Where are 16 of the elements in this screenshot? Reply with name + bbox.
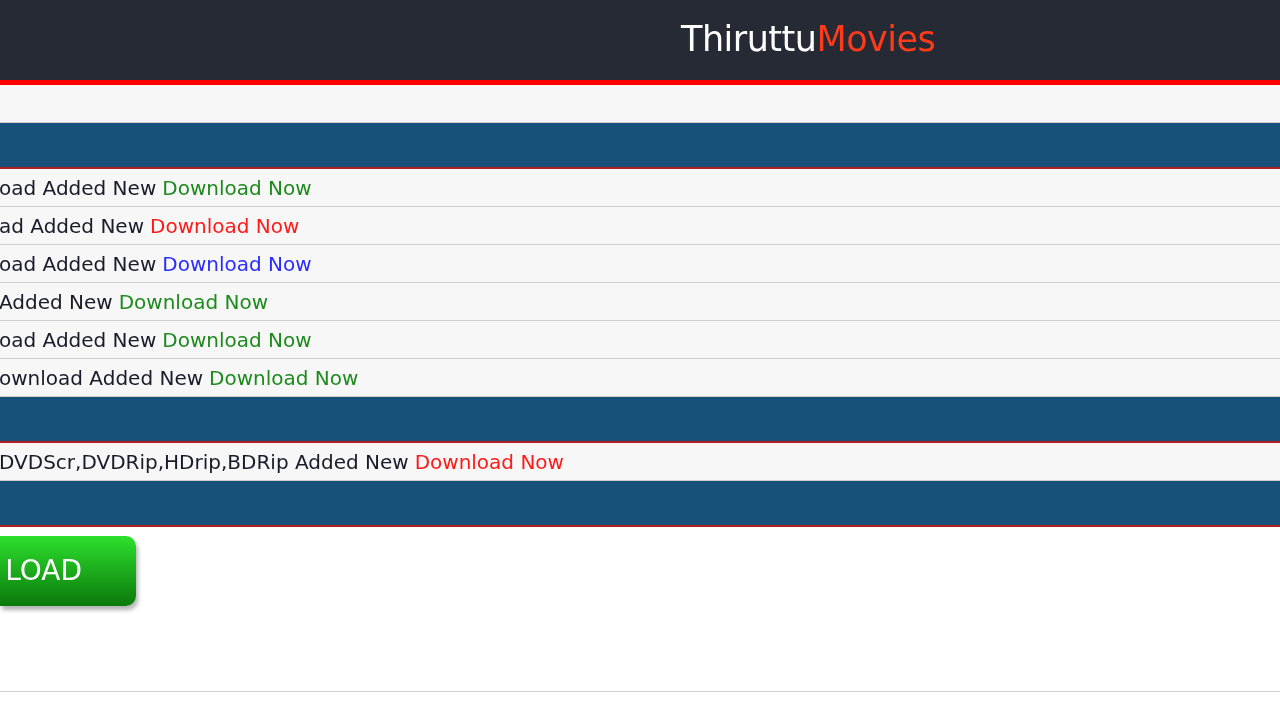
download-link[interactable]: Download Now — [414, 446, 564, 477]
download-link[interactable]: Download Now — [118, 286, 269, 317]
row-text: DVDScr,DVDRip,HDrip,BDRip Added New — [0, 448, 409, 476]
download-link[interactable]: Download Now — [150, 210, 300, 241]
download-button[interactable]: LOAD — [0, 536, 136, 606]
row-text: oad Added New — [0, 174, 157, 202]
site-logo[interactable]: ThiruttuMovies — [681, 16, 936, 62]
row-text: oad Added New — [0, 326, 157, 354]
download-link[interactable]: Download Now — [162, 172, 312, 203]
row-text: Added New — [0, 288, 113, 316]
row-text: ownload Added New — [0, 364, 204, 392]
row-text: ad Added New — [0, 212, 144, 240]
download-link[interactable]: Download Now — [162, 324, 312, 355]
row-text: oad Added New — [0, 250, 157, 278]
download-link[interactable]: Download Now — [162, 248, 312, 279]
download-link[interactable]: Download Now — [209, 362, 359, 393]
